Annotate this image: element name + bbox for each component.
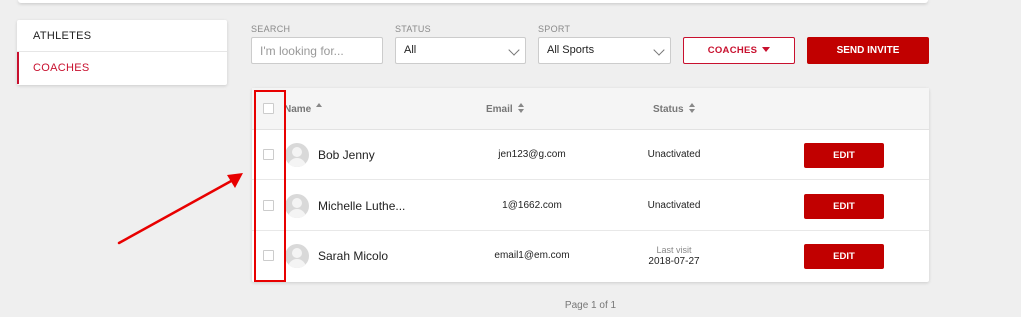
avatar	[285, 143, 309, 167]
status-filter-label: STATUS	[395, 24, 431, 34]
table-header: Name Email Status	[252, 88, 929, 130]
row-checkbox[interactable]	[263, 200, 274, 211]
coach-email: 1@1662.com	[502, 200, 562, 211]
last-visit-date: 2018-07-27	[648, 256, 700, 267]
coach-status: Last visit 2018-07-27	[624, 244, 724, 268]
status-select-value: All	[404, 44, 417, 56]
avatar	[285, 194, 309, 218]
coaches-dropdown-button[interactable]: COACHES	[683, 37, 795, 64]
table-row: Bob Jenny jen123@g.com Unactivated EDIT	[252, 130, 929, 180]
coach-status: Unactivated	[647, 200, 701, 211]
caret-down-icon	[762, 47, 771, 52]
search-label: SEARCH	[251, 24, 291, 34]
sort-icon	[517, 103, 525, 113]
status-select[interactable]: All	[395, 37, 526, 64]
edit-button[interactable]: EDIT	[804, 143, 884, 168]
column-header-email-label: Email	[486, 104, 513, 115]
sort-icon	[688, 103, 696, 113]
edit-button[interactable]: EDIT	[804, 244, 884, 269]
column-header-status-label: Status	[653, 104, 684, 115]
coaches-table: Name Email Status Bob Jenny jen123@g.com…	[252, 88, 929, 282]
row-checkbox[interactable]	[263, 149, 274, 160]
coaches-button-label: COACHES	[707, 45, 758, 56]
coach-status: Unactivated	[647, 149, 701, 160]
sort-ascending-icon	[316, 103, 323, 107]
coach-email: email1@em.com	[494, 250, 570, 261]
pagination-text: Page 1 of 1	[564, 300, 617, 311]
top-panel-edge	[18, 0, 928, 3]
avatar	[285, 244, 309, 268]
coach-name: Sarah Micolo	[318, 249, 389, 263]
chevron-down-icon	[653, 44, 665, 56]
table-row: Sarah Micolo email1@em.com Last visit 20…	[252, 231, 929, 281]
coach-name: Bob Jenny	[318, 148, 375, 162]
last-visit-label: Last visit	[656, 245, 692, 255]
sidebar-item-coaches[interactable]: COACHES	[17, 52, 227, 84]
select-all-checkbox[interactable]	[263, 103, 274, 114]
send-invite-button[interactable]: SEND INVITE	[807, 37, 929, 64]
column-header-name[interactable]: Name	[284, 103, 323, 115]
sport-filter-label: SPORT	[538, 24, 571, 34]
coach-email: jen123@g.com	[498, 149, 566, 160]
sidebar-item-athletes[interactable]: ATHLETES	[17, 20, 227, 52]
sport-select[interactable]: All Sports	[538, 37, 671, 64]
sport-select-value: All Sports	[547, 44, 595, 56]
column-header-status[interactable]: Status	[653, 103, 696, 115]
sidebar: ATHLETES COACHES	[17, 20, 227, 85]
chevron-down-icon	[508, 44, 520, 56]
coach-name: Michelle Luthe...	[318, 199, 406, 213]
search-input[interactable]	[251, 37, 383, 64]
row-checkbox[interactable]	[263, 250, 274, 261]
edit-button[interactable]: EDIT	[804, 194, 884, 219]
column-header-name-label: Name	[284, 104, 312, 115]
column-header-email[interactable]: Email	[486, 103, 525, 115]
table-row: Michelle Luthe... 1@1662.com Unactivated…	[252, 181, 929, 231]
